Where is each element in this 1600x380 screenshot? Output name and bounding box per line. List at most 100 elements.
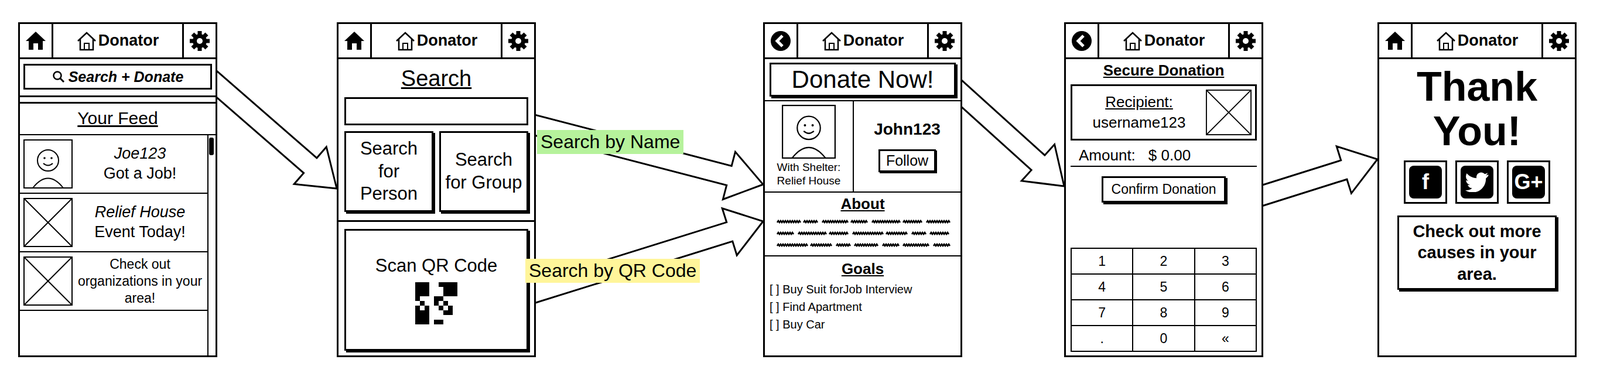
keypad-key[interactable]: 6 <box>1195 274 1256 300</box>
keypad-key[interactable]: 7 <box>1071 300 1133 326</box>
logo-text: Donator <box>843 31 905 50</box>
house-icon <box>395 31 416 51</box>
magnifier-icon <box>52 70 66 84</box>
feed-item-text: Event Today! <box>94 222 186 243</box>
logo-text: Donator <box>416 31 478 50</box>
app-logo: Donator <box>798 24 928 58</box>
settings-button[interactable] <box>1541 24 1575 58</box>
gear-icon[interactable] <box>1547 29 1571 53</box>
scrollbar-thumb[interactable] <box>209 137 214 156</box>
search-type-button[interactable]: Search for Person <box>344 131 434 213</box>
nav-button[interactable] <box>19 24 54 58</box>
connector-label: Search by QR Code <box>525 258 700 283</box>
keypad-key[interactable]: 5 <box>1133 274 1194 300</box>
scan-qr-button[interactable]: Scan QR Code <box>344 228 529 351</box>
twitter-bird-icon <box>1465 172 1489 193</box>
nav-button[interactable] <box>338 24 372 58</box>
house-icon <box>1122 31 1143 51</box>
keypad-key[interactable]: . <box>1071 326 1133 351</box>
goals-title: Goals <box>769 260 956 281</box>
feed-item-text: Check out organizations in your area! <box>76 255 204 307</box>
connector-label: Search by Name <box>537 130 684 155</box>
flow-arrow-icon <box>204 71 337 189</box>
donate-now-button[interactable]: Donate Now! <box>769 62 956 97</box>
share-button[interactable] <box>1455 160 1499 204</box>
avatar-icon <box>23 139 73 189</box>
goal-item[interactable]: [ ] Buy Suit forJob Interview <box>769 280 956 299</box>
image-placeholder-icon <box>1205 89 1252 136</box>
settings-button[interactable] <box>927 24 961 58</box>
keypad-key[interactable]: « <box>1195 326 1256 351</box>
gear-icon[interactable] <box>1234 29 1257 53</box>
share-button[interactable]: G+ <box>1506 160 1551 204</box>
about-title: About <box>840 195 885 216</box>
feed-item[interactable]: Relief HouseEvent Today! <box>19 193 208 253</box>
app-header: Donator <box>1379 24 1575 60</box>
recipient-name: username123 <box>1092 112 1186 133</box>
storyboard: DonatorSearch + DonateYour FeedJoe123Got… <box>0 0 1600 380</box>
keypad-key[interactable]: 1 <box>1071 248 1133 274</box>
username: John123 <box>873 120 941 139</box>
settings-button[interactable] <box>1228 24 1262 58</box>
app-logo: Donator <box>371 24 501 58</box>
feed-item-text: Got a Job! <box>103 163 177 184</box>
home-icon[interactable] <box>343 29 366 53</box>
feed-item[interactable]: Joe123Got a Job! <box>19 135 208 194</box>
goals-section: Goals[ ] Buy Suit forJob Interview[ ] Fi… <box>764 256 961 337</box>
search-title: Search <box>338 59 535 98</box>
feed-item[interactable]: Check out organizations in your area! <box>19 252 208 311</box>
gear-icon[interactable] <box>507 29 530 53</box>
keypad-key[interactable]: 3 <box>1195 248 1256 274</box>
donation-title: Secure Donation <box>1065 59 1262 82</box>
social-glyph: G+ <box>1513 171 1543 193</box>
thank-you-title: Thank You! <box>1379 59 1575 159</box>
logo-text: Donator <box>1144 31 1206 50</box>
keypad-key[interactable]: 4 <box>1071 274 1133 300</box>
affiliation: With Shelter:Relief House <box>777 161 841 188</box>
home-icon[interactable] <box>1383 29 1407 53</box>
more-causes-button[interactable]: Check out more causes in your area. <box>1397 215 1557 290</box>
confirm-donation-button[interactable]: Confirm Donation <box>1101 176 1227 203</box>
keypad-key[interactable]: 8 <box>1133 300 1194 326</box>
home-icon[interactable] <box>24 29 47 53</box>
feed-item-name: Relief House <box>94 202 186 223</box>
search-donate-button[interactable]: Search + Donate <box>23 63 213 90</box>
app-header: Donator <box>764 24 961 60</box>
goal-item[interactable]: [ ] Find Apartment <box>769 298 956 316</box>
back-icon[interactable] <box>1070 29 1093 53</box>
logo-text: Donator <box>1457 31 1519 50</box>
follow-button[interactable]: Follow <box>878 149 936 173</box>
keypad-key[interactable]: 2 <box>1133 248 1194 274</box>
search-type-button[interactable]: Search for Group <box>439 131 529 213</box>
scrollbar[interactable] <box>207 135 216 356</box>
nav-button[interactable] <box>1379 24 1413 58</box>
gear-icon[interactable] <box>933 29 956 53</box>
house-icon <box>821 31 842 51</box>
search-buttons: Search for PersonSearch for Group <box>338 131 535 222</box>
keypad: 123 456 789.0« <box>1070 247 1257 352</box>
app-header: Donator <box>1065 24 1262 60</box>
amount-field[interactable]: Amount:$ 0.00 <box>1070 142 1257 167</box>
settings-button[interactable] <box>182 24 216 58</box>
phone-screen: Donator Search Search for PersonSearch for… <box>336 22 536 358</box>
gear-icon[interactable] <box>188 29 211 53</box>
goal-item[interactable]: [ ] Buy Car <box>769 315 956 334</box>
house-icon <box>76 31 97 51</box>
settings-button[interactable] <box>500 24 535 58</box>
house-icon <box>1436 31 1456 51</box>
app-header: Donator <box>338 24 535 60</box>
app-logo: Donator <box>1412 24 1542 58</box>
nav-button[interactable] <box>1065 24 1100 58</box>
recipient-card: Recipient:username123 <box>1070 84 1257 141</box>
keypad-key[interactable]: 0 <box>1133 326 1194 351</box>
back-icon[interactable] <box>769 29 792 53</box>
search-field[interactable] <box>344 97 529 126</box>
keypad-key[interactable]: 9 <box>1195 300 1256 326</box>
about-section: About <box>764 192 961 257</box>
nav-button[interactable] <box>764 24 799 58</box>
about-text-scribble-icon <box>774 215 951 252</box>
share-button[interactable]: f <box>1403 160 1448 204</box>
feed-item-name: Joe123 <box>114 144 167 164</box>
amount-label: Amount: <box>1078 146 1136 165</box>
app-logo: Donator <box>53 24 183 58</box>
